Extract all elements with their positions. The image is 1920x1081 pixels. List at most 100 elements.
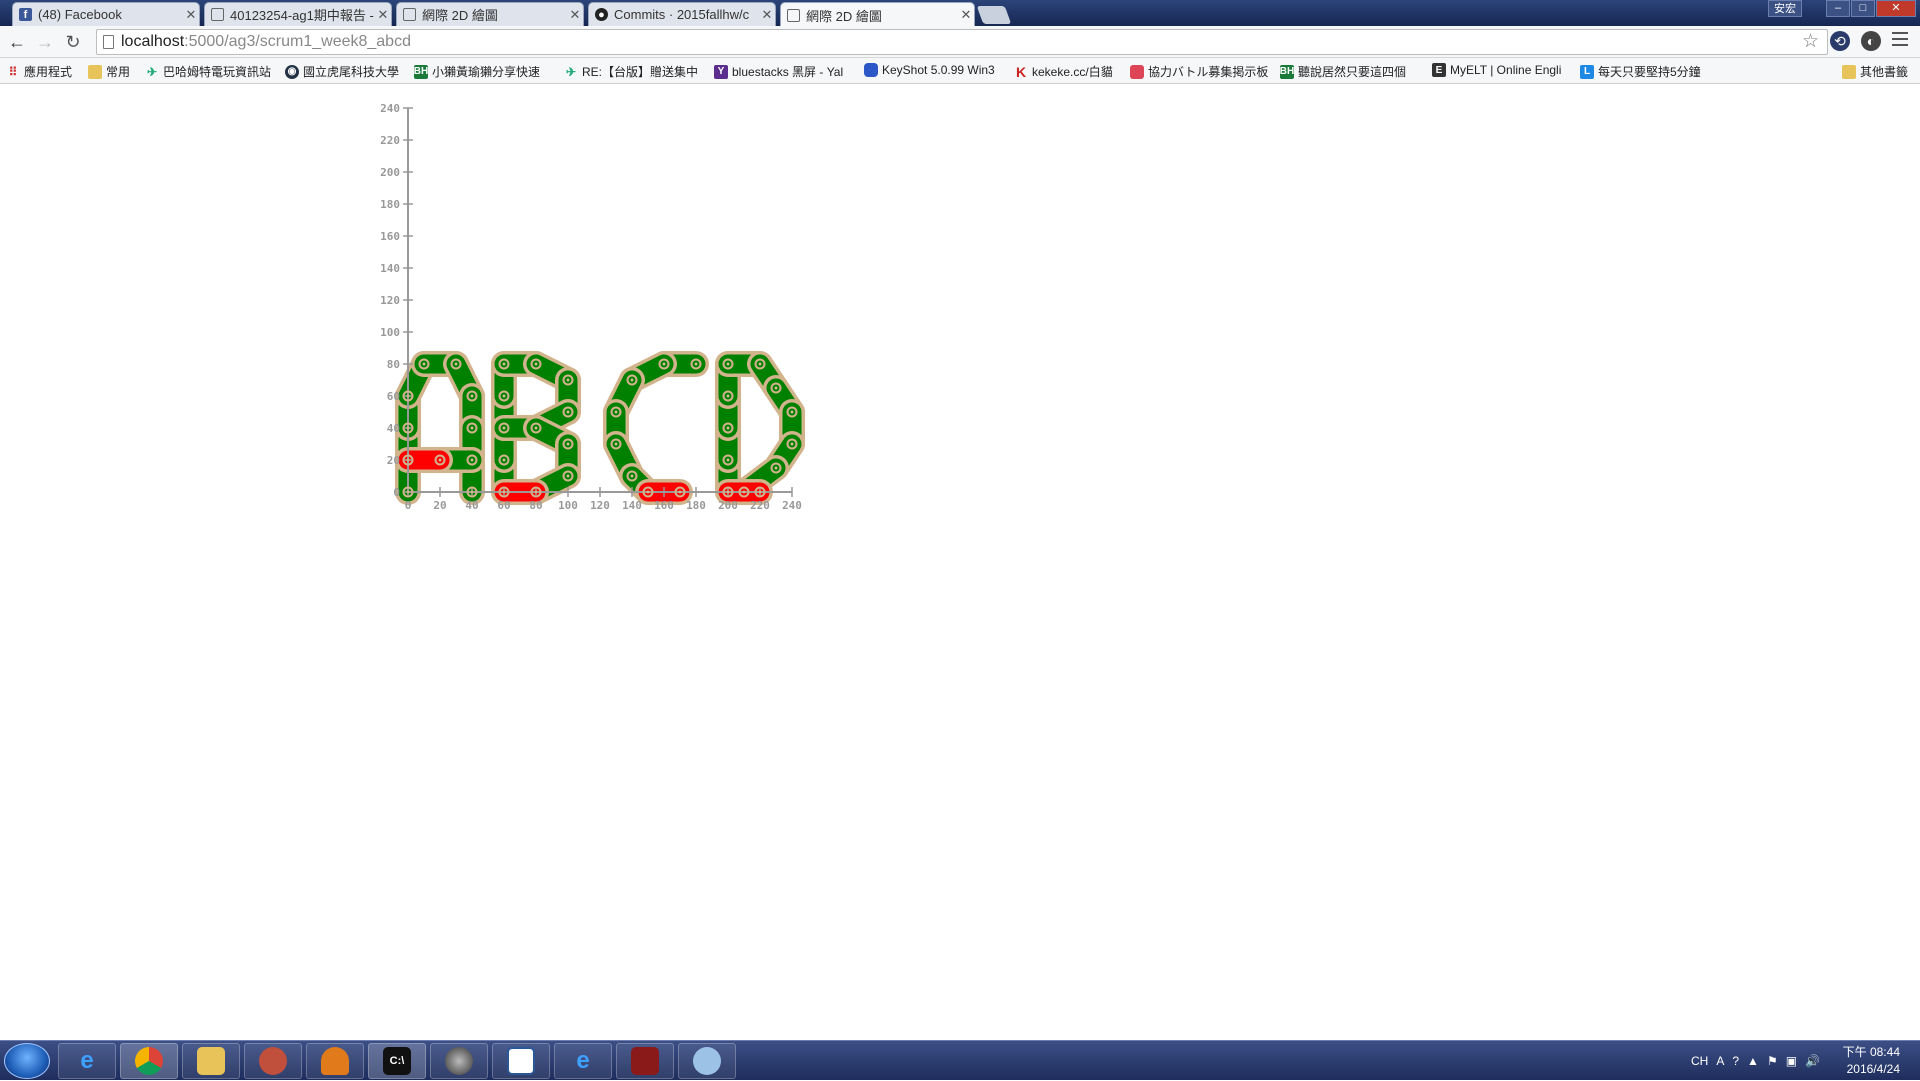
url-text[interactable]: localhost:5000/ag3/scrum1_week8_abcd	[121, 33, 411, 51]
y-tick-label: 80	[387, 358, 400, 371]
myelt-icon: E	[1432, 63, 1446, 77]
x-tick-label: 120	[590, 499, 610, 512]
bookmark-kyoryoku[interactable]: 協力バトル募集掲示板	[1130, 63, 1270, 80]
network-icon[interactable]: ▣	[1786, 1054, 1797, 1068]
bookmark-l[interactable]: L 每天只要堅持5分鐘	[1580, 63, 1710, 80]
tab-label: (48) Facebook	[38, 7, 122, 22]
taskbar-ie-2[interactable]: e	[554, 1043, 612, 1079]
bookmarks-bar: ⠿ 應用程式 常用 ✈ 巴哈姆特電玩資訊站 ◉ 國立虎尾科技大學 BH 小獺黃瑜獺分享快…	[0, 58, 1920, 84]
bahamut-icon: ✈	[565, 64, 577, 79]
new-tab-button[interactable]	[976, 6, 1012, 24]
close-icon[interactable]: ✕	[958, 7, 974, 23]
ie-icon: e	[576, 1047, 590, 1074]
bookmark-kekeke[interactable]: Kkekeke.cc/白貓	[1014, 63, 1120, 80]
bh-icon: BH	[1280, 64, 1295, 79]
forward-button[interactable]: →	[34, 31, 56, 53]
l-icon: L	[1580, 64, 1594, 79]
extension-icon[interactable]: ◐	[1861, 31, 1881, 51]
window-controls: – □ ✕	[1826, 0, 1916, 17]
sphere-icon	[445, 1047, 473, 1075]
flag-icon[interactable]: ⚑	[1767, 1054, 1778, 1068]
x-tick-label: 180	[686, 499, 706, 512]
github-icon: ●	[595, 8, 608, 21]
show-hidden-icons-icon[interactable]: ▲	[1747, 1054, 1759, 1068]
taskbar-mushroom[interactable]	[306, 1043, 364, 1079]
taskbar-sphere[interactable]	[430, 1043, 488, 1079]
close-icon[interactable]: ✕	[759, 7, 775, 23]
clock[interactable]: 下午 08:44 2016/4/24	[1843, 1044, 1900, 1078]
start-button[interactable]	[4, 1043, 50, 1079]
bookmark-yahoo[interactable]: Ybluestacks 黑屏 - Yal	[714, 63, 850, 80]
taskbar-game[interactable]	[616, 1043, 674, 1079]
bh-icon: BH	[414, 64, 429, 79]
bookmark-folder-common[interactable]: 常用	[88, 63, 138, 80]
y-tick-label: 0	[393, 486, 400, 499]
x-tick-label: 60	[497, 499, 510, 512]
keyshot-icon	[864, 63, 878, 77]
tab-4[interactable]: ● Commits · 2015fallhw/c ✕	[588, 2, 776, 26]
reload-button[interactable]: ↻	[62, 31, 84, 53]
page-icon	[787, 8, 800, 22]
tab-label: 網際 2D 繪圖	[806, 8, 882, 24]
minimize-button[interactable]: –	[1826, 0, 1850, 17]
tab-2[interactable]: 40123254-ag1期中報告 - ✕	[204, 2, 392, 26]
taskbar-explorer[interactable]	[182, 1043, 240, 1079]
bookmark-apps[interactable]: ⠿ 應用程式	[6, 63, 80, 80]
y-tick-label: 60	[387, 390, 400, 403]
x-tick-label: 0	[405, 499, 412, 512]
close-window-button[interactable]: ✕	[1876, 0, 1916, 17]
page-content: 0 20 40 60 80 100 120 140 160 180 200 220 240 0 20 40 60…	[0, 85, 1920, 1040]
x-tick-label: 100	[558, 499, 578, 512]
bookmark-nfu[interactable]: ◉ 國立虎尾科技大學	[285, 63, 405, 80]
bookmark-re-tw[interactable]: ✈ RE:【台版】贈送集中	[564, 63, 704, 80]
taskbar-window[interactable]	[492, 1043, 550, 1079]
menu-icon[interactable]	[1892, 32, 1908, 46]
game-icon	[631, 1047, 659, 1075]
tab-label: 網際 2D 繪圖	[422, 8, 498, 23]
y-tick-label: 120	[380, 294, 400, 307]
bookmark-bh-1[interactable]: BH 小獺黃瑜獺分享快速	[414, 63, 554, 80]
taskbar-paint[interactable]	[678, 1043, 736, 1079]
tab-label: Commits · 2015fallhw/c	[614, 7, 750, 22]
tab-3[interactable]: 網際 2D 繪圖 ✕	[396, 2, 584, 26]
back-button[interactable]: ←	[6, 31, 28, 53]
tab-5[interactable]: 網際 2D 繪圖 ✕	[780, 2, 975, 27]
bookmark-keyshot[interactable]: KeyShot 5.0.99 Win3	[864, 63, 1002, 77]
abcd-drawing-canvas: 0 20 40 60 80 100 120 140 160 180 200 220 240 0 20 40 60…	[380, 102, 805, 512]
user-profile-button[interactable]: 安宏	[1768, 0, 1802, 17]
bookmark-bh-2[interactable]: BH 聽說居然只要這四個	[1280, 63, 1420, 80]
y-tick-label: 240	[380, 102, 400, 115]
folder-icon	[88, 64, 102, 79]
app-icon	[259, 1047, 287, 1075]
bookmark-other[interactable]: 其他書籤	[1842, 63, 1918, 80]
address-bar[interactable]: localhost:5000/ag3/scrum1_week8_abcd ☆	[96, 29, 1828, 55]
game-icon	[1130, 64, 1144, 79]
folder-icon	[1842, 64, 1856, 79]
close-icon[interactable]: ✕	[183, 7, 199, 23]
y-tick-label: 160	[380, 230, 400, 243]
help-icon[interactable]: ?	[1732, 1054, 1739, 1068]
bookmark-star-icon[interactable]: ☆	[1802, 30, 1819, 53]
yahoo-icon: Y	[714, 64, 728, 79]
language-indicator[interactable]: CH	[1691, 1054, 1708, 1068]
close-icon[interactable]: ✕	[567, 7, 583, 23]
taskbar-app[interactable]	[244, 1043, 302, 1079]
apps-icon: ⠿	[8, 64, 18, 79]
y-tick-label: 220	[380, 134, 400, 147]
tab-1[interactable]: f (48) Facebook ✕	[12, 2, 200, 26]
taskbar-ie[interactable]: e	[58, 1043, 116, 1079]
x-tick-label: 240	[782, 499, 802, 512]
maximize-button[interactable]: □	[1851, 0, 1875, 17]
taskbar-chrome[interactable]	[120, 1043, 178, 1079]
volume-icon[interactable]: 🔊	[1805, 1054, 1820, 1068]
bookmark-bahamut[interactable]: ✈ 巴哈姆特電玩資訊站	[145, 63, 277, 80]
y-tick-label: 200	[380, 166, 400, 179]
taskbar-cmd[interactable]: C:\	[368, 1043, 426, 1079]
x-tick-label: 160	[654, 499, 674, 512]
input-method-icon[interactable]: A	[1716, 1054, 1724, 1068]
extension-icon[interactable]: ⟲	[1830, 31, 1850, 51]
close-icon[interactable]: ✕	[375, 7, 391, 23]
x-tick-label: 80	[529, 499, 542, 512]
mushroom-icon	[321, 1047, 349, 1075]
bookmark-myelt[interactable]: E MyELT | Online Engli	[1432, 63, 1568, 77]
